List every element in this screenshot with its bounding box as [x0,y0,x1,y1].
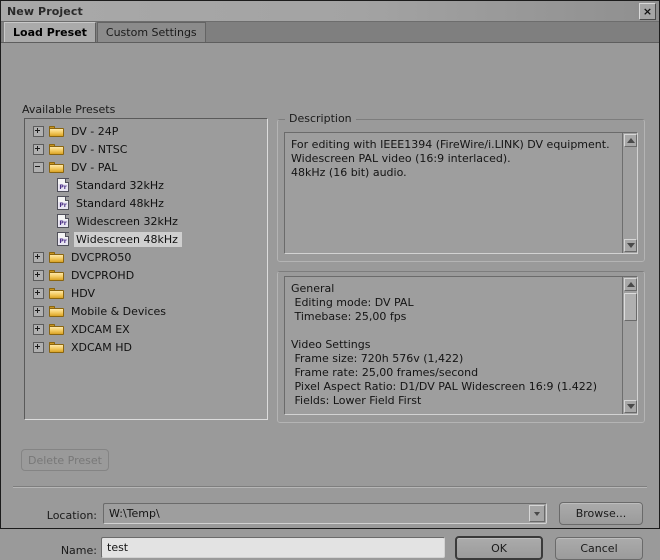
folder-icon [49,341,64,353]
expand-icon[interactable] [33,144,44,155]
available-presets-label: Available Presets [22,103,115,116]
scroll-down-icon[interactable] [624,400,637,413]
scroll-up-icon[interactable] [624,278,637,291]
folder-icon [49,251,64,263]
folder-icon [49,143,64,155]
tree-preset-row[interactable]: Pr Standard 32kHz [25,176,267,194]
title-bar: New Project × [1,1,659,22]
tree-item-label: Standard 32kHz [74,178,168,193]
tree-item-label: XDCAM HD [69,340,136,355]
settings-groupbox: General Editing mode: DV PAL Timebase: 2… [277,271,645,423]
tree-item-label: Widescreen 48kHz [74,232,182,247]
browse-button[interactable]: Browse... [559,502,643,525]
folder-icon [49,161,64,173]
expand-icon[interactable] [33,126,44,137]
tree-item-label: Widescreen 32kHz [74,214,182,229]
dialog-body: Available Presets DV - 24P DV - NTSC DV - … [1,43,659,528]
tab-custom-settings[interactable]: Custom Settings [97,22,206,42]
tree-folder-row[interactable]: XDCAM EX [25,320,267,338]
folder-icon [49,323,64,335]
tree-item-label: HDV [69,286,99,301]
preset-file-icon: Pr [57,214,70,228]
tab-bar: Load Preset Custom Settings [1,22,659,43]
chevron-down-icon[interactable] [529,505,545,522]
tree-item-label: DV - NTSC [69,142,131,157]
expand-icon[interactable] [33,288,44,299]
tab-load-preset[interactable]: Load Preset [4,22,96,42]
tree-item-label: DV - 24P [69,124,122,139]
tree-item-label: Standard 48kHz [74,196,168,211]
tree-preset-row[interactable]: Pr Widescreen 48kHz [25,230,267,248]
name-label: Name: [1,544,97,557]
cancel-button[interactable]: Cancel [555,537,643,560]
name-input[interactable]: test [101,537,445,558]
tree-folder-row[interactable]: DV - NTSC [25,140,267,158]
expand-icon[interactable] [33,306,44,317]
expand-icon[interactable] [33,324,44,335]
divider [13,486,647,488]
preset-file-icon: Pr [57,196,70,210]
description-text: For editing with IEEE1394 (FireWire/i.LI… [285,133,637,185]
tree-item-label: DVCPROHD [69,268,138,283]
scroll-up-icon[interactable] [624,134,637,147]
tree-preset-row[interactable]: Pr Standard 48kHz [25,194,267,212]
presets-tree[interactable]: DV - 24P DV - NTSC DV - PAL Pr Standard 32kH… [25,119,267,419]
tree-folder-row[interactable]: XDCAM HD [25,338,267,356]
description-pane: For editing with IEEE1394 (FireWire/i.LI… [284,132,638,254]
folder-icon [49,305,64,317]
settings-text: General Editing mode: DV PAL Timebase: 2… [285,277,637,413]
ok-button[interactable]: OK [455,536,543,560]
window-title: New Project [7,5,83,18]
tree-preset-row[interactable]: Pr Widescreen 32kHz [25,212,267,230]
new-project-dialog: New Project × Load Preset Custom Setting… [0,0,660,529]
description-title: Description [285,112,356,125]
scrollbar-thumb[interactable] [624,293,637,321]
location-value: W:\Temp\ [109,507,160,520]
close-icon[interactable]: × [639,3,656,20]
location-input[interactable]: W:\Temp\ [103,503,547,524]
settings-scrollbar[interactable] [622,277,637,414]
name-value: test [107,541,128,554]
tree-item-label: DV - PAL [69,160,121,175]
expand-icon[interactable] [33,270,44,281]
collapse-icon[interactable] [33,162,44,173]
description-scrollbar[interactable] [622,133,637,253]
tree-item-label: XDCAM EX [69,322,134,337]
location-label: Location: [1,509,97,522]
delete-preset-button: Delete Preset [21,449,109,471]
description-groupbox: Description For editing with IEEE1394 (F… [277,119,645,262]
folder-icon [49,269,64,281]
folder-icon [49,287,64,299]
folder-icon [49,125,64,137]
preset-file-icon: Pr [57,232,70,246]
expand-icon[interactable] [33,252,44,263]
preset-file-icon: Pr [57,178,70,192]
scroll-down-icon[interactable] [624,239,637,252]
tree-item-label: Mobile & Devices [69,304,170,319]
tree-folder-row[interactable]: DVCPROHD [25,266,267,284]
tree-folder-row[interactable]: HDV [25,284,267,302]
tree-item-label: DVCPRO50 [69,250,135,265]
tree-folder-row[interactable]: DVCPRO50 [25,248,267,266]
settings-pane: General Editing mode: DV PAL Timebase: 2… [284,276,638,415]
expand-icon[interactable] [33,342,44,353]
presets-tree-panel[interactable]: DV - 24P DV - NTSC DV - PAL Pr Standard 32kH… [24,118,268,420]
tree-folder-row[interactable]: Mobile & Devices [25,302,267,320]
tree-folder-row[interactable]: DV - 24P [25,122,267,140]
tree-folder-row[interactable]: DV - PAL [25,158,267,176]
